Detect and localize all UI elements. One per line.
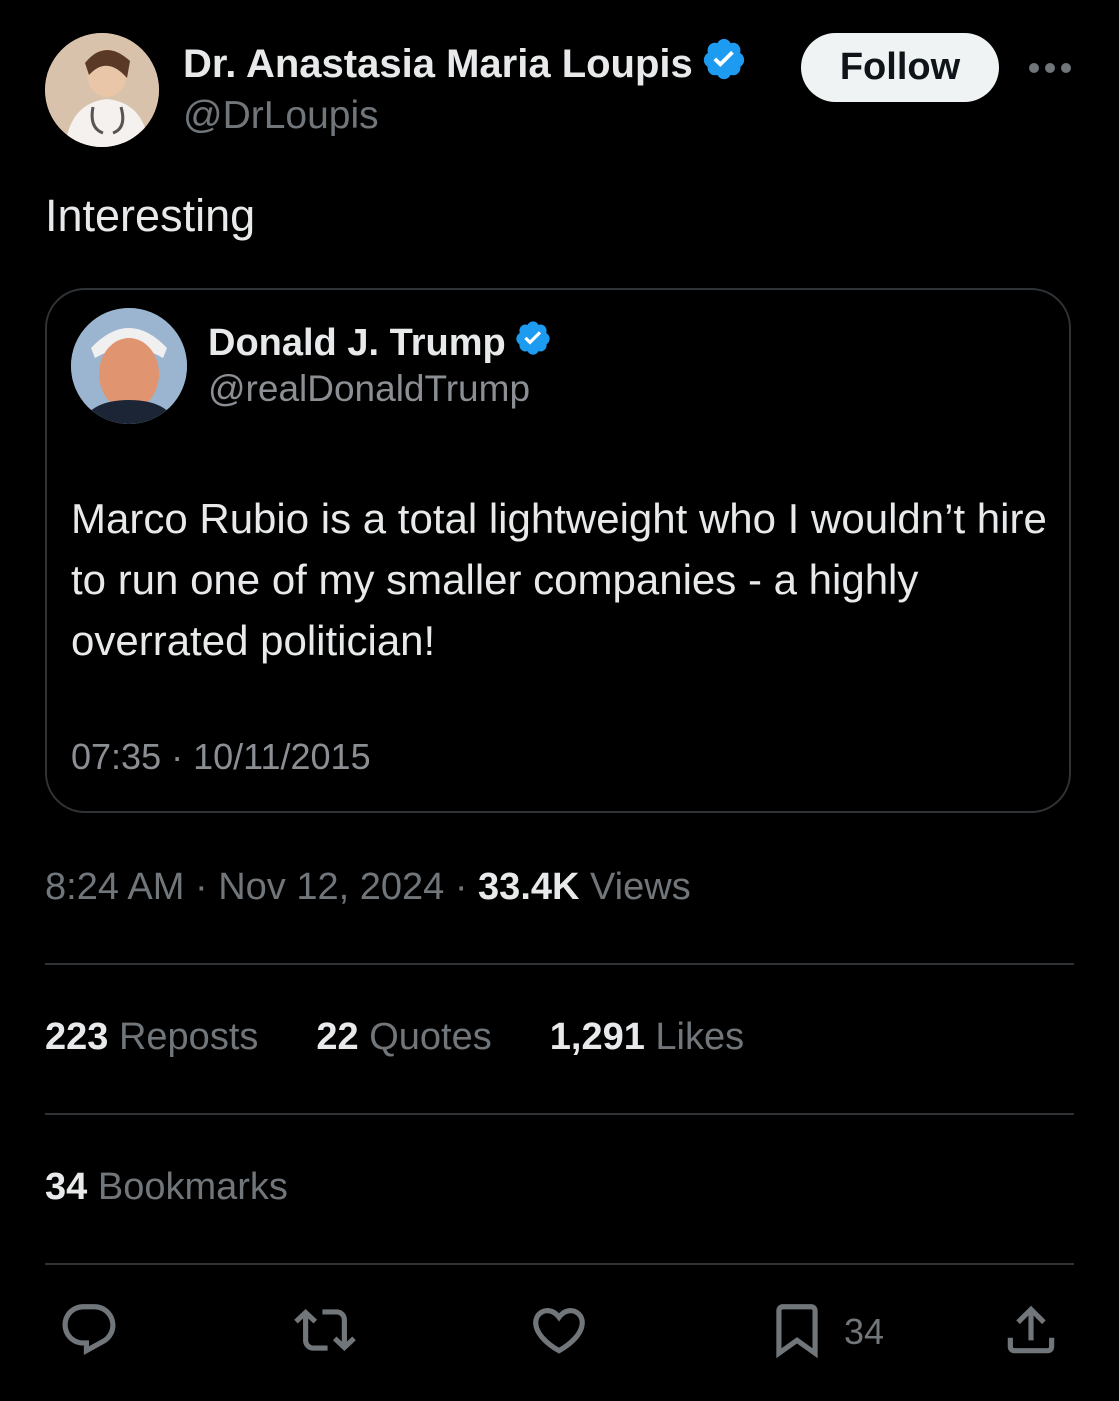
reposts-stat[interactable]: 223 Reposts	[45, 1016, 258, 1059]
meta-separator: ·	[194, 866, 208, 908]
reply-button[interactable]	[58, 1300, 120, 1364]
quotes-label: Quotes	[369, 1016, 492, 1058]
bookmark-icon	[766, 1299, 828, 1366]
reposts-count: 223	[45, 1016, 109, 1058]
bookmarks-stat: 34 Bookmarks	[45, 1166, 288, 1209]
heart-icon	[528, 1299, 590, 1366]
views-count: 33.4K	[478, 866, 580, 908]
more-options-icon[interactable]	[1024, 48, 1076, 88]
share-icon	[1000, 1299, 1062, 1366]
author-handle[interactable]: @DrLoupis	[183, 94, 379, 138]
reposts-label: Reposts	[118, 1016, 259, 1058]
like-button[interactable]	[528, 1300, 590, 1364]
quoted-author-handle: @realDonaldTrump	[208, 368, 531, 409]
quoted-author-name: Donald J. Trump	[208, 319, 552, 367]
quoted-verified-badge-icon	[514, 319, 552, 367]
engagement-stats: 223 Reposts 22 Quotes 1,291 Likes	[45, 1016, 744, 1059]
likes-label: Likes	[655, 1016, 745, 1058]
tweet-text: Interesting	[45, 190, 256, 241]
bookmark-button[interactable]: 34	[766, 1300, 884, 1364]
divider	[45, 963, 1074, 965]
share-button[interactable]	[1000, 1300, 1062, 1364]
author-avatar[interactable]	[45, 33, 159, 147]
divider	[45, 1113, 1074, 1115]
quoted-tweet-timestamp: 07:35 · 10/11/2015	[71, 736, 371, 777]
quotes-stat[interactable]: 22 Quotes	[316, 1016, 491, 1059]
repost-icon	[294, 1299, 356, 1366]
tweet-date[interactable]: Nov 12, 2024	[218, 866, 444, 908]
bookmark-count: 34	[844, 1311, 885, 1352]
quoted-author-name-text: Donald J. Trump	[208, 321, 506, 364]
repost-button[interactable]	[294, 1300, 356, 1364]
tweet-meta: 8:24 AM · Nov 12, 2024 · 33.4K Views	[45, 866, 691, 909]
likes-count: 1,291	[549, 1016, 645, 1058]
follow-button[interactable]: Follow	[801, 33, 999, 102]
quoted-author-avatar	[71, 308, 187, 424]
likes-stat[interactable]: 1,291 Likes	[550, 1016, 744, 1059]
divider	[45, 1263, 1074, 1265]
reply-icon	[58, 1299, 120, 1366]
quotes-count: 22	[316, 1016, 359, 1058]
quoted-tweet-body: Marco Rubio is a total lightweight who I…	[71, 495, 1047, 664]
bookmarks-label: Bookmarks	[97, 1166, 288, 1208]
verified-badge-icon	[701, 36, 747, 92]
bookmarks-count: 34	[45, 1166, 88, 1208]
author-name-text: Dr. Anastasia Maria Loupis	[183, 41, 693, 86]
tweet-time[interactable]: 8:24 AM	[45, 866, 184, 908]
views-label: Views	[590, 866, 691, 908]
meta-separator: ·	[454, 866, 468, 908]
author-display-name[interactable]: Dr. Anastasia Maria Loupis	[183, 36, 747, 92]
